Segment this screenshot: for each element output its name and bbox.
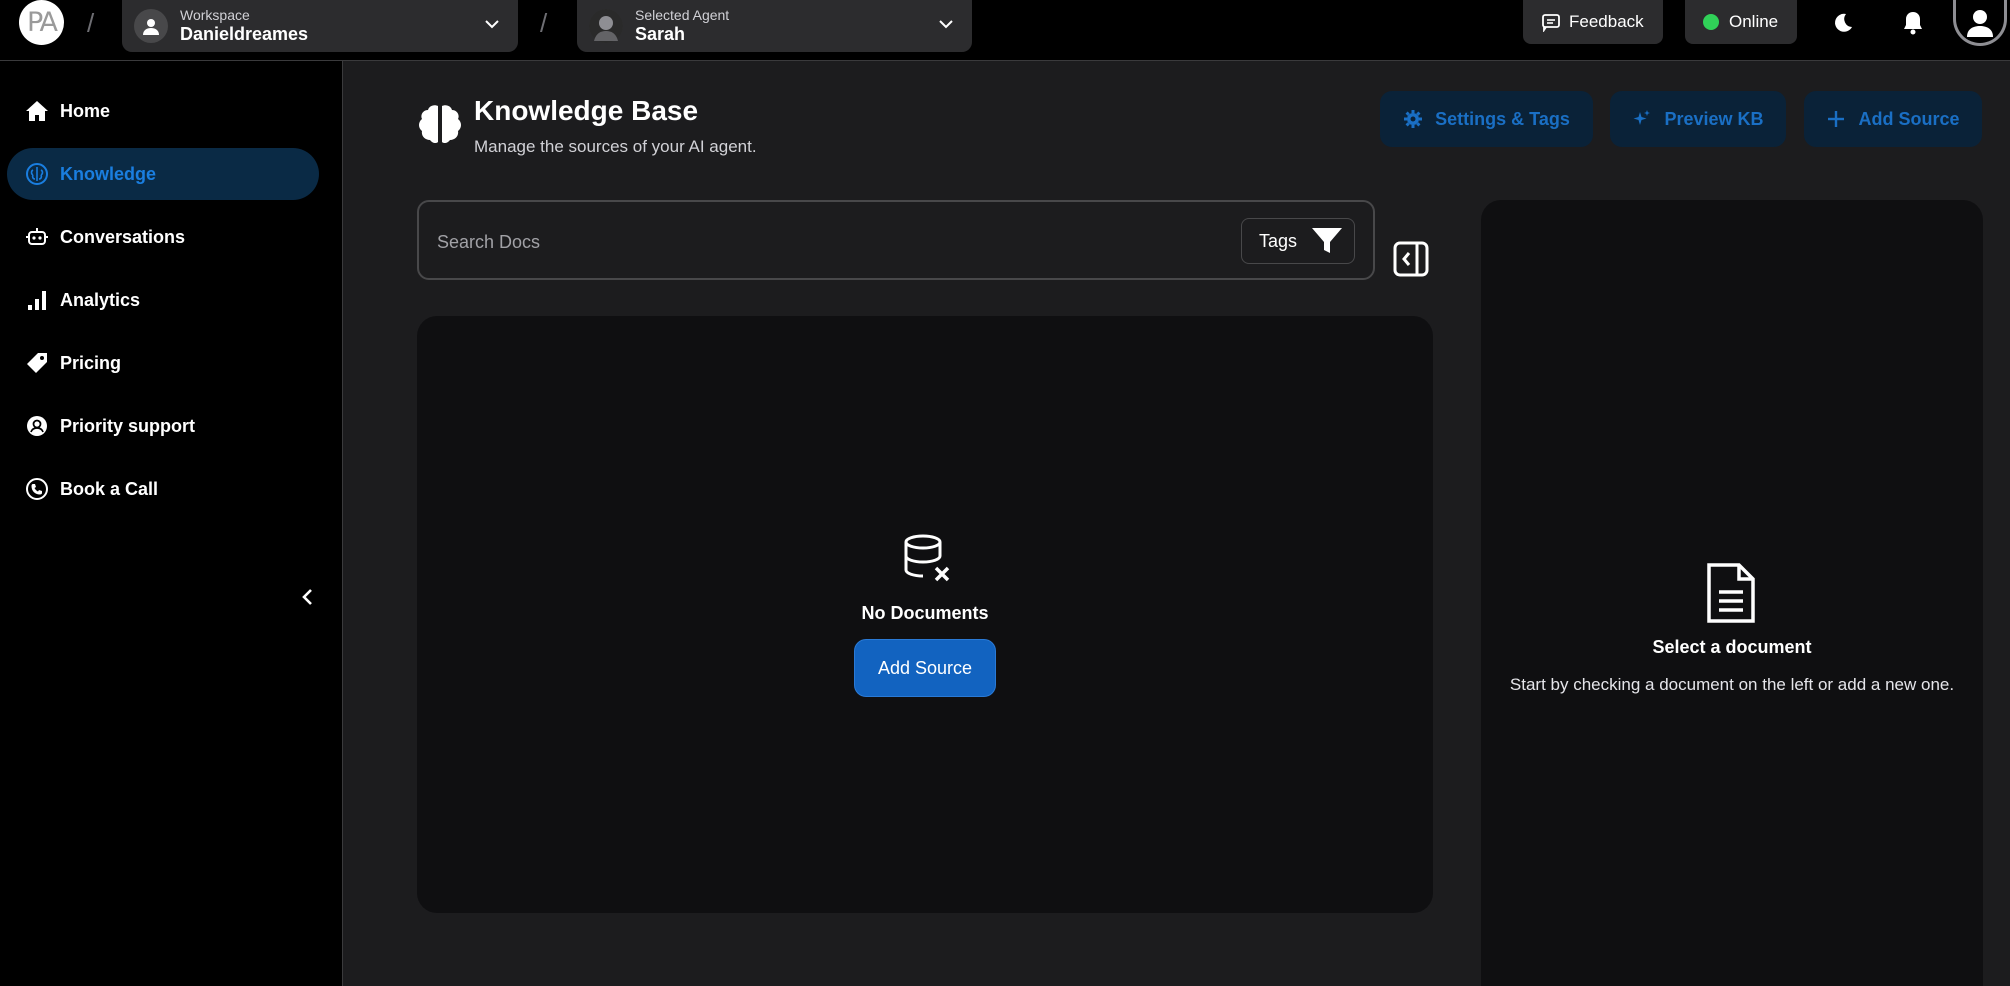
sidebar-item-label: Pricing bbox=[60, 352, 122, 373]
add-source-header-button[interactable]: Add Source bbox=[1804, 91, 1982, 147]
plus-icon bbox=[1826, 109, 1858, 129]
sparkles-icon bbox=[1632, 109, 1664, 129]
add-source-button[interactable]: Add Source bbox=[854, 639, 996, 697]
sidebar-item-priority-support[interactable]: Priority support bbox=[7, 400, 319, 452]
status-label: Online bbox=[1729, 12, 1779, 31]
document-detail-panel: Select a document Start by checking a do… bbox=[1481, 200, 1983, 986]
sidebar-item-label: Home bbox=[60, 100, 111, 121]
chevron-down-icon bbox=[482, 14, 502, 39]
toggle-detail-panel-button[interactable] bbox=[1392, 240, 1430, 278]
empty-state-title: No Documents bbox=[861, 603, 989, 623]
sidebar-item-home[interactable]: Home bbox=[7, 85, 319, 137]
add-source-label: Add Source bbox=[1858, 108, 1960, 129]
sidebar-item-label: Analytics bbox=[60, 289, 141, 310]
sidebar: Home Knowledge Conversations Analytics P… bbox=[0, 61, 343, 986]
gear-icon bbox=[1403, 109, 1435, 129]
page-subtitle: Manage the sources of your AI agent. bbox=[474, 137, 757, 156]
brain-icon bbox=[416, 100, 464, 148]
breadcrumb-separator: / bbox=[540, 8, 548, 38]
feedback-icon bbox=[1541, 12, 1561, 32]
sidebar-item-pricing[interactable]: Pricing bbox=[7, 337, 319, 389]
status-badge[interactable]: Online bbox=[1685, 0, 1797, 44]
dark-mode-toggle[interactable] bbox=[1826, 6, 1860, 40]
feedback-button[interactable]: Feedback bbox=[1523, 0, 1663, 44]
sidebar-item-book-a-call[interactable]: Book a Call bbox=[7, 463, 319, 515]
workspace-avatar-icon bbox=[134, 9, 168, 43]
page-title: Knowledge Base bbox=[474, 95, 699, 126]
sidebar-item-label: Knowledge bbox=[60, 163, 157, 184]
support-icon bbox=[24, 413, 50, 439]
sidebar-item-conversations[interactable]: Conversations bbox=[7, 211, 319, 263]
workspace-label: Workspace bbox=[180, 7, 250, 23]
sidebar-item-label: Book a Call bbox=[60, 478, 159, 499]
agent-avatar bbox=[589, 9, 623, 43]
detail-title: Select a document bbox=[1652, 637, 1812, 657]
agent-selector[interactable]: Selected Agent Sarah bbox=[577, 0, 972, 52]
sidebar-item-label: Conversations bbox=[60, 226, 186, 247]
moon-icon bbox=[1831, 11, 1855, 35]
brain-icon bbox=[24, 161, 50, 187]
agent-name: Sarah bbox=[635, 24, 686, 44]
tags-label: Tags bbox=[1259, 230, 1298, 251]
tag-icon bbox=[24, 350, 50, 376]
tags-filter-button[interactable]: Tags bbox=[1241, 218, 1355, 264]
settings-tags-button[interactable]: Settings & Tags bbox=[1380, 91, 1593, 147]
panel-collapse-icon bbox=[1393, 241, 1429, 277]
collapse-sidebar-button[interactable] bbox=[296, 585, 320, 609]
preview-kb-label: Preview KB bbox=[1664, 108, 1764, 129]
status-dot-icon bbox=[1703, 14, 1719, 30]
sidebar-item-label: Priority support bbox=[60, 415, 196, 436]
settings-tags-label: Settings & Tags bbox=[1435, 108, 1570, 129]
notifications-button[interactable] bbox=[1896, 6, 1930, 40]
breadcrumb-separator: / bbox=[87, 8, 95, 38]
filter-icon bbox=[1297, 227, 1343, 255]
app-logo[interactable]: PA bbox=[19, 0, 64, 45]
user-icon bbox=[1964, 6, 1996, 38]
sidebar-item-knowledge[interactable]: Knowledge bbox=[7, 148, 319, 200]
database-off-icon bbox=[899, 532, 953, 586]
home-icon bbox=[24, 98, 50, 124]
detail-subtitle: Start by checking a document on the left… bbox=[1509, 675, 1955, 694]
top-bar: PA / Workspace Danieldreames / Selected … bbox=[0, 0, 2010, 61]
bar-chart-icon bbox=[24, 287, 50, 313]
documents-panel: No Documents Add Source bbox=[417, 316, 1433, 913]
agent-label: Selected Agent bbox=[635, 7, 730, 23]
phone-icon bbox=[24, 476, 50, 502]
document-icon bbox=[1701, 562, 1761, 624]
sidebar-item-analytics[interactable]: Analytics bbox=[7, 274, 319, 326]
chevron-left-icon bbox=[300, 588, 316, 606]
bell-icon bbox=[1901, 10, 1925, 36]
bot-icon bbox=[24, 224, 50, 250]
user-avatar[interactable] bbox=[1953, 0, 2007, 46]
preview-kb-button[interactable]: Preview KB bbox=[1610, 91, 1786, 147]
search-input[interactable] bbox=[437, 224, 1217, 260]
search-bar: Tags bbox=[417, 200, 1375, 280]
workspace-selector[interactable]: Workspace Danieldreames bbox=[122, 0, 518, 52]
workspace-name: Danieldreames bbox=[180, 24, 309, 44]
feedback-label: Feedback bbox=[1569, 12, 1644, 31]
chevron-down-icon bbox=[936, 14, 956, 39]
